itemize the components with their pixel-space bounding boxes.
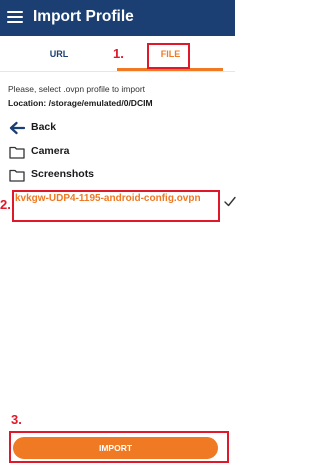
annotation-step-1: 1. — [113, 46, 124, 61]
import-button[interactable]: IMPORT — [13, 437, 218, 459]
folder-row-camera[interactable]: Camera — [0, 141, 235, 163]
back-label: Back — [31, 121, 57, 133]
annotation-step-3: 3. — [11, 412, 22, 427]
app-bar: Import Profile — [0, 0, 235, 36]
annotation-box-file-tab — [147, 43, 190, 69]
folder-label-camera: Camera — [31, 145, 70, 157]
arrow-left-icon — [9, 121, 25, 135]
location-path: Location: /storage/emulated/0/DCIM — [8, 98, 153, 108]
folder-icon — [9, 146, 25, 159]
instruction-text: Please, select .ovpn profile to import — [8, 84, 146, 94]
folder-icon — [9, 169, 25, 182]
page-title: Import Profile — [33, 8, 134, 25]
checkmark-icon — [224, 196, 236, 207]
folder-row-screenshots[interactable]: Screenshots — [0, 164, 235, 186]
tab-divider — [0, 71, 235, 72]
back-row[interactable]: Back — [0, 117, 235, 139]
annotation-step-2: 2. — [0, 197, 11, 212]
tab-url[interactable]: URL — [0, 36, 118, 72]
hamburger-menu-icon[interactable] — [7, 10, 23, 24]
annotation-box-file — [12, 190, 220, 222]
folder-label-screenshots: Screenshots — [31, 168, 95, 180]
